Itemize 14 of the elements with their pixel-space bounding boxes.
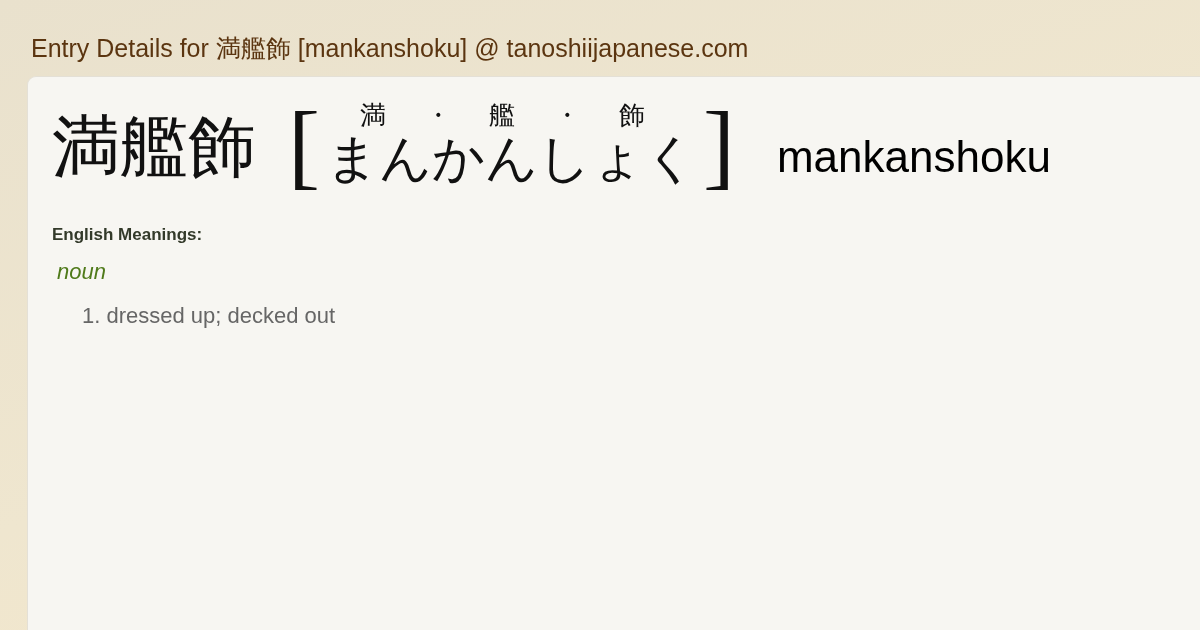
- part-of-speech: noun: [57, 259, 106, 285]
- furigana: 艦: [489, 101, 516, 130]
- meaning-text: 1. dressed up; decked out: [82, 303, 336, 329]
- furigana: ・: [554, 101, 581, 130]
- furigana: 飾: [618, 101, 645, 130]
- page-title: Entry Details for 満艦飾 [mankanshoku] @ tanoshiijapanese.com: [31, 33, 749, 64]
- meanings-heading: English Meanings:: [52, 225, 203, 245]
- kana-reading: まんかんしょく: [325, 129, 697, 187]
- bracket: [: [288, 97, 320, 193]
- bracket: ]: [702, 97, 735, 193]
- romaji-reading: mankanshoku: [776, 135, 1051, 179]
- entry-kanji: 満艦飾: [52, 113, 256, 181]
- furigana: 満: [359, 101, 386, 130]
- furigana: ・: [424, 101, 451, 130]
